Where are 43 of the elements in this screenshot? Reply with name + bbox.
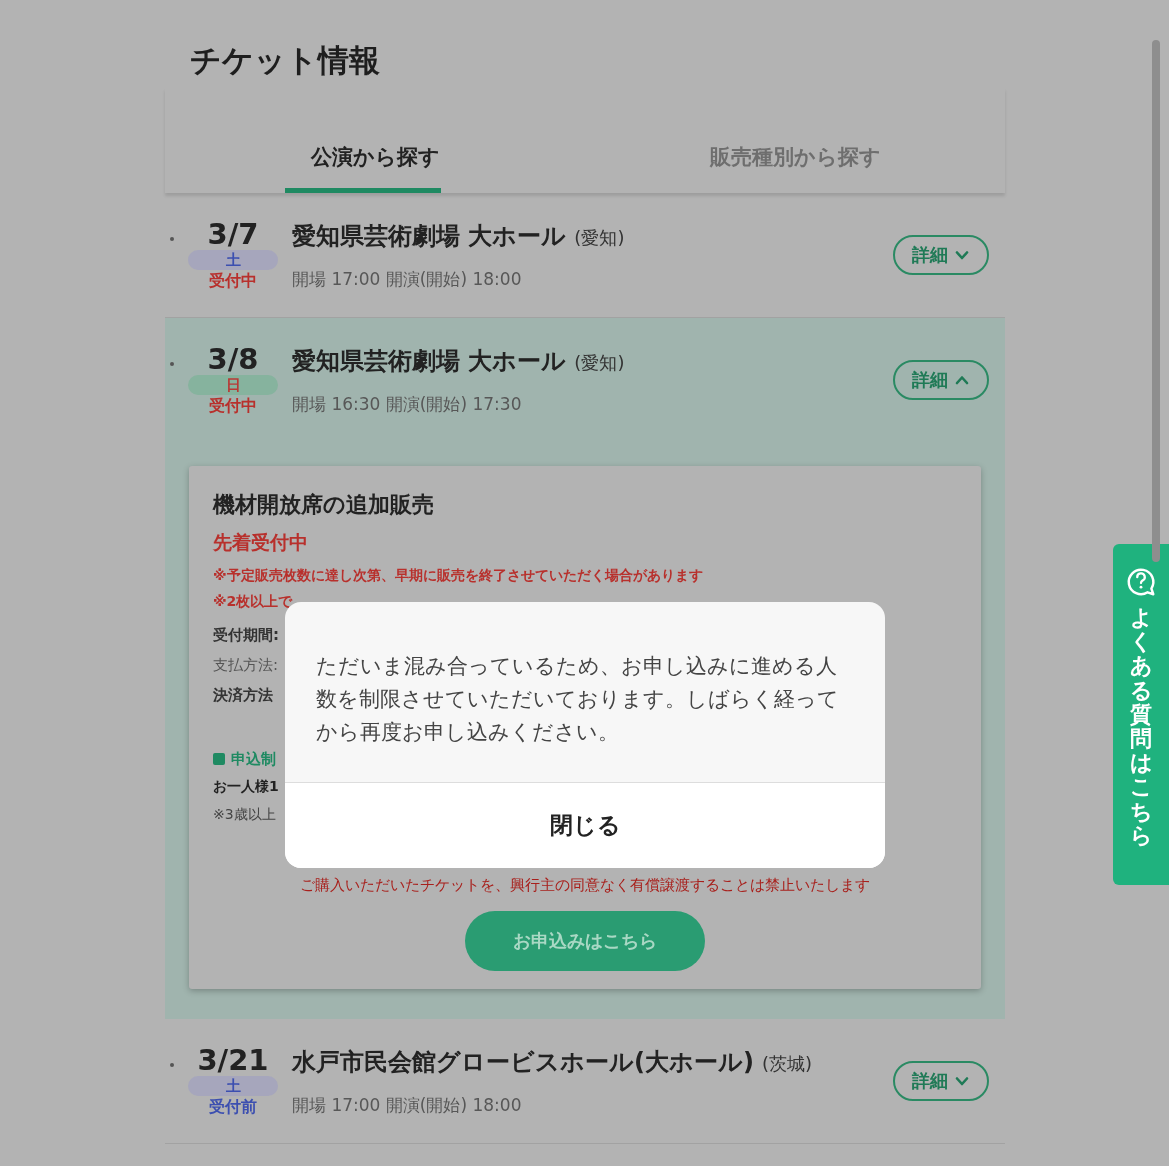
venue-name: 愛知県芸術劇場 大ホール [292,220,567,252]
detail-button[interactable]: 詳細 [893,360,989,400]
sale-status: 受付中 [209,270,257,292]
limit-text: お一人様1 [213,777,279,796]
detail-button[interactable]: 詳細 [893,1061,989,1101]
venue-name: 愛知県芸術劇場 大ホール [292,345,567,377]
limit-text: ※3歳以上 [213,805,276,824]
weekday-badge: 日 [188,375,278,395]
scrollbar[interactable] [1152,40,1160,562]
prefecture: (愛知) [574,350,625,375]
weekday-badge: 土 [188,1076,278,1096]
event-times: 開場 16:30 開演(開始) 17:30 [292,392,523,416]
bullet-icon [170,1063,174,1067]
venue-name: 水戸市民会館グロービスホール(大ホール) [292,1046,754,1078]
event-times: 開場 17:00 開演(開始) 18:00 [292,267,523,291]
prefecture: (愛知) [574,225,625,250]
event-date: 3/7 [207,218,259,250]
event-date: 3/8 [207,343,259,375]
weekday-badge: 土 [188,250,278,270]
event-times: 開場 17:00 開演(開始) 18:00 [292,1093,523,1117]
field-label: 支払方法: [213,655,279,676]
page-title: チケット情報 [189,41,381,80]
resale-notice: ご購入いただいたチケットを、興行主の同意なく有償譲渡することは禁止いたします [299,876,871,895]
limit-heading: 申込制 [231,749,276,770]
sale-status: 受付前 [209,1096,257,1118]
prefecture: (茨城) [761,1051,812,1076]
tab[interactable]: 公演から探す [165,121,585,193]
square-icon [213,753,225,765]
field-label: 決済方法 [213,685,273,706]
tab[interactable]: 販売種別から探す [585,121,1005,193]
apply-button[interactable]: お申込みはこちら [465,911,705,971]
faq-tab[interactable]: よくある質問はこちら [1113,544,1169,885]
field-label: 受付期間: [213,625,279,646]
sale-note: ※予定販売枚数に達し次第、早期に販売を終了させていただく場合があります [213,566,703,585]
event-date: 3/21 [197,1044,269,1076]
bullet-icon [170,362,174,366]
sale-title: 機材開放席の追加販売 [213,491,435,519]
detail-button[interactable]: 詳細 [893,235,989,275]
bullet-icon [170,237,174,241]
sale-status: 先着受付中 [213,530,309,555]
faq-label: よくある質問はこちら [1130,606,1152,848]
close-button[interactable]: 閉じる [285,783,885,868]
sale-status: 受付中 [209,395,257,417]
